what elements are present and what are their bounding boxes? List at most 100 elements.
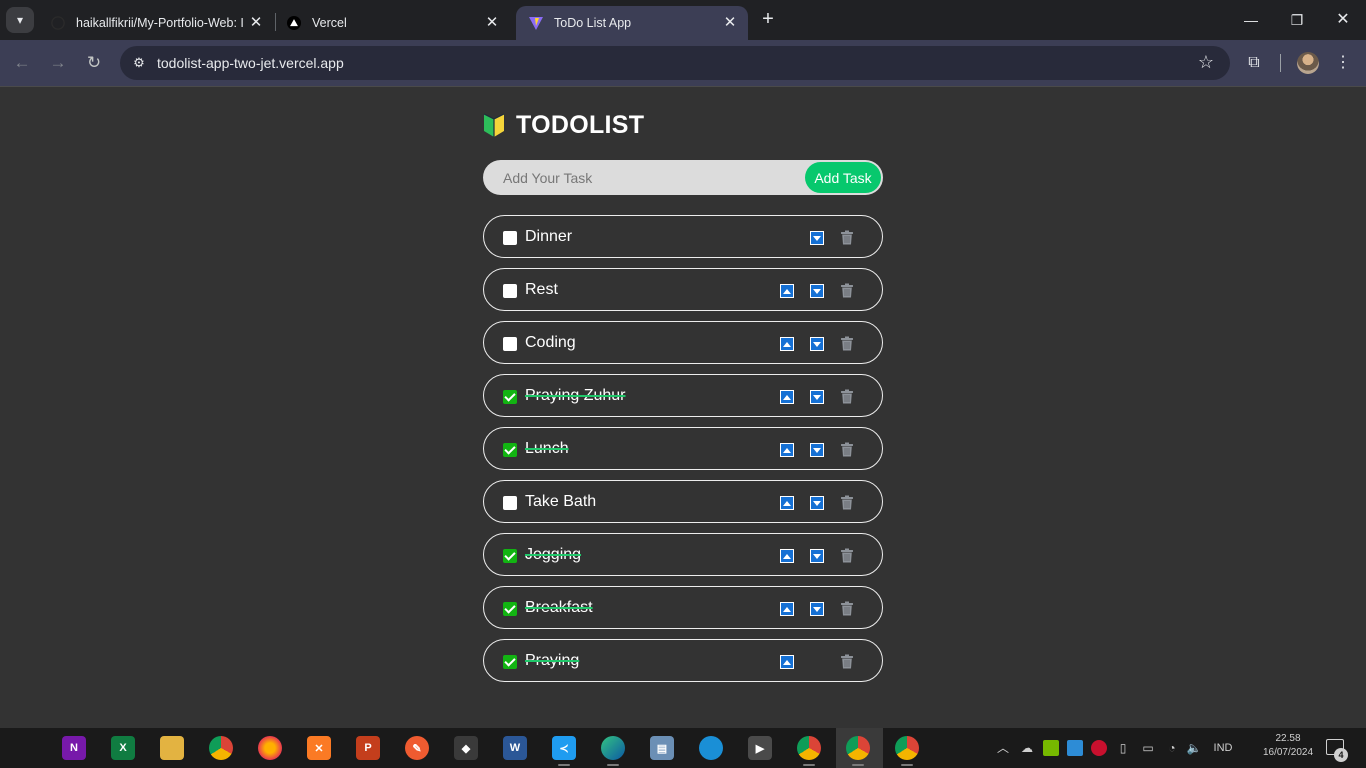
move-up-button[interactable] — [780, 337, 794, 351]
task-text: Praying — [525, 652, 580, 669]
extensions-puzzle-icon[interactable]: ⧉ — [1243, 52, 1265, 74]
delete-trash-icon[interactable] — [840, 601, 854, 616]
firefox-icon[interactable] — [258, 736, 282, 760]
volume-icon[interactable]: 🔈 — [1186, 740, 1202, 756]
terminal-icon[interactable]: ▶ — [748, 736, 772, 760]
delete-trash-icon[interactable] — [840, 283, 854, 298]
site-info-icon[interactable]: ⚙ — [130, 54, 148, 72]
vscode-icon[interactable]: ≺ — [552, 736, 576, 766]
task-item: Jogging — [483, 533, 883, 576]
arrow-down-icon — [813, 288, 821, 294]
tab-github[interactable]: haikallfikrii/My-Portfolio-Web: I ✕ — [38, 6, 274, 40]
move-up-button[interactable] — [780, 602, 794, 616]
task-checkbox[interactable] — [503, 442, 517, 457]
close-tab-icon[interactable]: ✕ — [722, 15, 738, 31]
delete-trash-icon[interactable] — [840, 336, 854, 351]
delete-trash-icon[interactable] — [840, 230, 854, 245]
device-icon[interactable]: ▯ — [1115, 740, 1131, 756]
address-bar[interactable]: ⚙ todolist-app-two-jet.vercel.app ☆ — [120, 46, 1230, 80]
onedrive-icon[interactable]: ☁ — [1018, 740, 1036, 756]
tray-overflow-chevron-icon[interactable]: ︿ — [996, 740, 1010, 756]
move-up-button[interactable] — [780, 284, 794, 298]
language-indicator[interactable]: IND — [1210, 740, 1236, 756]
move-down-button[interactable] — [810, 443, 824, 457]
onenote-icon[interactable]: N — [62, 736, 86, 760]
task-checkbox[interactable] — [503, 230, 517, 245]
task-checkbox[interactable] — [503, 283, 517, 298]
minimize-icon[interactable]: — — [1239, 9, 1263, 31]
move-down-button[interactable] — [810, 284, 824, 298]
move-down-button[interactable] — [810, 337, 824, 351]
move-down-button[interactable] — [810, 390, 824, 404]
close-tab-icon[interactable]: ✕ — [248, 15, 264, 31]
delete-trash-icon[interactable] — [840, 654, 854, 669]
battery-icon[interactable]: ▭ — [1139, 740, 1157, 756]
tab-vercel[interactable]: Vercel ✕ — [274, 6, 510, 40]
move-up-button[interactable] — [780, 655, 794, 669]
task-text: Rest — [525, 281, 558, 298]
arrow-down-icon — [813, 500, 821, 506]
forward-arrow-icon[interactable]: → — [47, 52, 69, 74]
move-down-button[interactable] — [810, 549, 824, 563]
tray-app-icon[interactable] — [1067, 740, 1083, 756]
task-text: Jogging — [525, 546, 582, 563]
tab-search-button[interactable]: ▾ — [6, 7, 34, 33]
powerpoint-icon[interactable]: P — [356, 736, 380, 760]
xampp-icon[interactable]: ✕ — [307, 736, 331, 760]
chrome-icon[interactable] — [797, 736, 821, 766]
git-tool-icon[interactable]: ◆ — [454, 736, 478, 760]
chrome-icon[interactable] — [209, 736, 233, 760]
restore-icon[interactable]: ❐ — [1285, 9, 1309, 31]
arrow-up-icon — [783, 447, 791, 453]
arrow-down-icon — [813, 235, 821, 241]
add-task-button[interactable]: Add Task — [805, 162, 881, 193]
tab-todo-app[interactable]: ToDo List App ✕ — [516, 6, 748, 40]
task-text: Take Bath — [525, 493, 597, 510]
close-tab-icon[interactable]: ✕ — [484, 15, 500, 31]
task-checkbox[interactable] — [503, 654, 517, 669]
nvidia-icon[interactable] — [1043, 740, 1059, 756]
new-tab-icon[interactable]: + — [758, 9, 778, 29]
move-up-button[interactable] — [780, 443, 794, 457]
excel-icon[interactable]: X — [111, 736, 135, 760]
task-input[interactable] — [483, 160, 803, 195]
task-checkbox[interactable] — [503, 548, 517, 563]
delete-trash-icon[interactable] — [840, 548, 854, 563]
system-clock[interactable]: 22.58 16/07/2024 — [1262, 732, 1314, 760]
chrome-icon[interactable] — [846, 736, 870, 766]
move-up-button[interactable] — [780, 496, 794, 510]
move-down-button[interactable] — [810, 496, 824, 510]
postman-icon[interactable]: ✎ — [405, 736, 429, 760]
chevron-down-icon: ▾ — [16, 13, 24, 27]
move-up-button[interactable] — [780, 390, 794, 404]
reload-icon[interactable]: ↻ — [83, 52, 105, 74]
close-window-icon[interactable]: ✕ — [1331, 9, 1355, 31]
file-explorer-icon[interactable] — [160, 736, 184, 760]
kebab-menu-icon[interactable]: ⋮ — [1332, 52, 1354, 74]
profile-avatar[interactable] — [1297, 52, 1319, 74]
bookmark-star-icon[interactable]: ☆ — [1198, 52, 1214, 73]
word-icon[interactable]: W — [503, 736, 527, 760]
move-up-button[interactable] — [780, 549, 794, 563]
arrow-up-icon — [783, 659, 791, 665]
url-text[interactable]: todolist-app-two-jet.vercel.app — [157, 55, 344, 71]
move-down-button[interactable] — [810, 602, 824, 616]
app-icon[interactable] — [699, 736, 723, 760]
task-checkbox[interactable] — [503, 495, 517, 510]
task-checkbox[interactable] — [503, 336, 517, 351]
delete-trash-icon[interactable] — [840, 495, 854, 510]
chrome-icon[interactable] — [895, 736, 919, 766]
network-tool-icon[interactable]: ▤ — [650, 736, 674, 760]
delete-trash-icon[interactable] — [840, 442, 854, 457]
back-arrow-icon[interactable]: ← — [11, 52, 33, 74]
delete-trash-icon[interactable] — [840, 389, 854, 404]
move-down-button[interactable] — [810, 231, 824, 245]
edge-icon[interactable] — [601, 736, 625, 766]
beats-icon[interactable] — [1091, 740, 1107, 756]
task-checkbox[interactable] — [503, 389, 517, 404]
arrow-up-icon — [783, 394, 791, 400]
wifi-icon[interactable]: ◔ — [1163, 740, 1181, 756]
task-item: Coding — [483, 321, 883, 364]
task-checkbox[interactable] — [503, 601, 517, 616]
add-task-form: Add Task — [483, 160, 883, 195]
